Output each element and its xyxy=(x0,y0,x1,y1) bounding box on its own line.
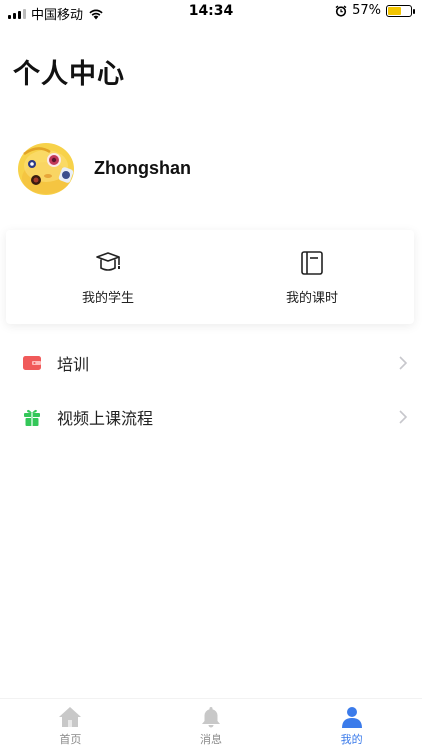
wallet-icon xyxy=(22,353,42,373)
alarm-icon xyxy=(335,4,347,17)
my-students-label: 我的学生 xyxy=(81,290,134,306)
tab-home[interactable]: 首页 xyxy=(0,699,141,750)
tab-mine[interactable]: 我的 xyxy=(281,699,422,750)
status-right: 57% xyxy=(335,3,415,18)
menu-item-training[interactable]: 培训 xyxy=(0,336,422,390)
page-title: 个人中心 xyxy=(13,59,125,90)
my-students-button[interactable]: 我的学生 xyxy=(6,230,210,324)
chevron-right-icon xyxy=(399,410,408,424)
menu-list: 培训 视频上课流程 xyxy=(0,336,422,444)
my-lessons-button[interactable]: 我的课时 xyxy=(210,230,414,324)
status-bar: 中国移动 14:34 57% xyxy=(0,0,422,24)
home-icon xyxy=(59,707,82,727)
person-icon xyxy=(341,707,362,728)
battery-icon xyxy=(386,4,415,17)
my-lessons-label: 我的课时 xyxy=(285,290,338,306)
tab-label-messages: 消息 xyxy=(200,733,222,746)
battery-fill xyxy=(388,6,401,15)
profile-section[interactable]: Zhongshan xyxy=(16,138,191,198)
gift-icon xyxy=(22,407,42,427)
battery-percent: 57% xyxy=(352,3,381,18)
menu-label-video-class-process: 视频上课流程 xyxy=(57,409,154,428)
bell-icon xyxy=(202,707,220,728)
notebook-icon xyxy=(301,250,323,275)
tab-label-home: 首页 xyxy=(59,733,82,746)
username: Zhongshan xyxy=(94,157,191,178)
tab-label-mine: 我的 xyxy=(340,733,363,746)
graduation-cap-icon xyxy=(96,251,120,271)
chevron-right-icon xyxy=(399,356,408,370)
tab-messages[interactable]: 消息 xyxy=(141,699,282,750)
tab-bar: 首页 消息 我的 xyxy=(0,698,422,750)
menu-label-training: 培训 xyxy=(57,355,90,374)
menu-item-video-class-process[interactable]: 视频上课流程 xyxy=(0,390,422,444)
avatar[interactable] xyxy=(16,138,76,198)
quick-actions-card: 我的学生 我的课时 xyxy=(6,230,414,324)
